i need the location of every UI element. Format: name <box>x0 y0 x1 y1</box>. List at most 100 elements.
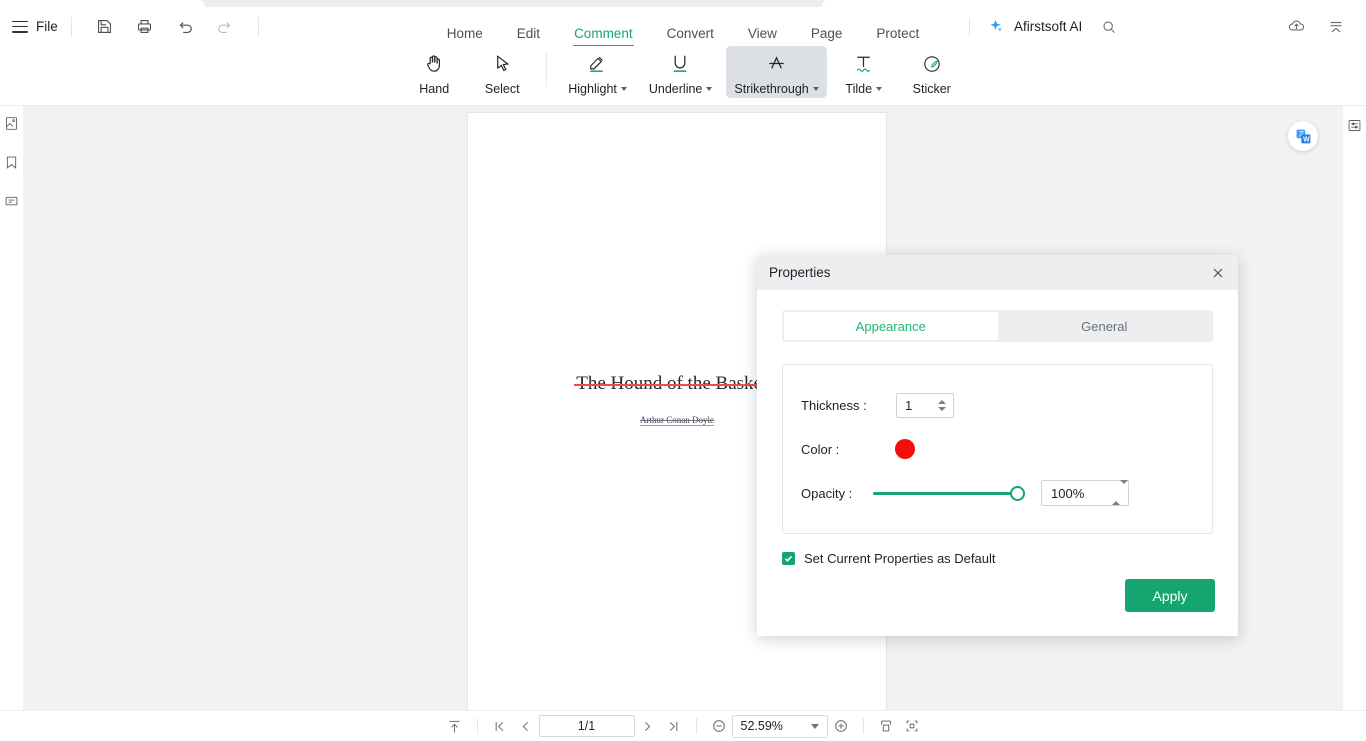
tab-appearance[interactable]: Appearance <box>784 312 998 340</box>
chevron-down-icon[interactable] <box>706 87 713 91</box>
comment-icon[interactable] <box>3 192 21 210</box>
word-convert-icon[interactable]: 文 W <box>1288 121 1318 151</box>
document-title-text: The Hound of the Baskerv <box>574 373 780 394</box>
chevron-down-icon[interactable] <box>812 87 819 91</box>
default-checkbox[interactable] <box>782 552 795 565</box>
color-swatch[interactable] <box>895 439 915 459</box>
tool-hand-label: Hand <box>419 82 450 96</box>
header-bar: File Home Edit Comment Convert View Page… <box>0 7 1366 47</box>
default-checkbox-row[interactable]: Set Current Properties as Default <box>782 551 1213 566</box>
color-label: Color : <box>801 441 840 457</box>
strikethrough-icon <box>764 50 789 77</box>
spinner-down-icon[interactable] <box>938 406 946 411</box>
status-bar: 1/1 52.59% <box>0 710 1366 741</box>
appearance-panel: Thickness : 1 Color : Opacity: 100% <box>782 364 1213 534</box>
status-divider-2 <box>695 718 697 734</box>
cloud-upload-icon[interactable] <box>1285 16 1307 38</box>
next-page-icon[interactable] <box>635 714 661 738</box>
svg-text:W: W <box>1303 136 1310 143</box>
window-tab-active[interactable] <box>0 0 205 7</box>
window-tab-strip <box>0 0 1366 7</box>
document-author-text: Arthur Conan Doyle <box>640 415 714 426</box>
spinner-up-icon[interactable] <box>1112 484 1120 505</box>
workspace: The Hound of the Baskerv Arthur Conan Do… <box>0 106 1366 710</box>
status-divider-1 <box>476 718 478 734</box>
zoom-in-icon[interactable] <box>828 714 854 738</box>
tool-sticker[interactable]: Sticker <box>901 46 963 98</box>
opacity-value[interactable]: 100% <box>1042 486 1112 501</box>
opacity-slider[interactable] <box>873 484 1025 502</box>
properties-dialog: Properties Appearance General Thickness … <box>757 255 1238 636</box>
fit-width-icon[interactable] <box>899 714 925 738</box>
tool-hand[interactable]: Hand <box>403 46 465 98</box>
chevron-down-icon[interactable] <box>620 87 627 91</box>
tool-highlight-label: Highlight <box>568 82 627 96</box>
chevron-down-icon[interactable] <box>810 723 819 729</box>
thickness-label: Thickness : <box>801 397 867 413</box>
tool-select-label: Select <box>484 82 520 96</box>
first-page-icon[interactable] <box>487 714 513 738</box>
fit-page-icon[interactable] <box>873 714 899 738</box>
dialog-title: Properties <box>769 265 831 280</box>
thickness-spinner-arrows[interactable] <box>935 399 953 411</box>
ai-group: Afirstsoft AI <box>963 7 1121 46</box>
tool-highlight-text: Highlight <box>568 82 617 96</box>
scroll-to-top-icon[interactable] <box>442 714 468 738</box>
opacity-spinner-arrows[interactable] <box>1112 480 1128 505</box>
prev-page-icon[interactable] <box>513 714 539 738</box>
thickness-stepper[interactable]: 1 <box>896 392 954 418</box>
spinner-up-icon[interactable] <box>938 399 946 404</box>
tool-tilde-label: Tilde <box>845 82 883 96</box>
hand-icon <box>423 50 446 77</box>
thumbnail-icon[interactable] <box>3 114 21 132</box>
properties-panel-icon[interactable] <box>1346 116 1364 134</box>
collapse-ribbon-icon[interactable] <box>1325 16 1347 38</box>
page-number-input[interactable]: 1/1 <box>538 715 635 737</box>
application-window: File Home Edit Comment Convert View Page… <box>0 0 1366 741</box>
tab-general[interactable]: General <box>998 312 1212 340</box>
right-rail <box>1343 106 1366 710</box>
close-icon[interactable] <box>1208 263 1228 283</box>
tool-tilde-text: Tilde <box>845 82 873 96</box>
bookmark-icon[interactable] <box>3 153 21 171</box>
tilde-icon <box>851 50 876 77</box>
tool-select[interactable]: Select <box>471 46 533 98</box>
slider-fill <box>873 491 1025 495</box>
zoom-out-icon[interactable] <box>706 714 732 738</box>
highlighter-icon <box>585 50 610 77</box>
dialog-body: Appearance General Thickness : 1 Color:… <box>757 290 1238 566</box>
opacity-row: Opacity : 100% <box>801 471 1194 515</box>
tool-underline[interactable]: Underline <box>641 46 721 98</box>
slider-knob[interactable] <box>1010 485 1025 501</box>
tool-tilde[interactable]: Tilde <box>833 46 895 98</box>
color-row: Color : <box>801 427 1194 471</box>
last-page-icon[interactable] <box>661 714 687 738</box>
tool-highlight[interactable]: Highlight <box>560 46 635 98</box>
tool-sticker-label: Sticker <box>912 82 951 96</box>
thickness-row: Thickness : 1 <box>801 383 1194 427</box>
opacity-stepper[interactable]: 100% <box>1041 480 1129 506</box>
window-tab-secondary[interactable] <box>822 0 1366 7</box>
ai-label[interactable]: Afirstsoft AI <box>1014 19 1082 34</box>
spinner-down-icon[interactable] <box>1120 480 1128 501</box>
page-number-value: 1/1 <box>577 719 596 733</box>
tool-strikethrough-label: Strikethrough <box>734 82 819 96</box>
dialog-header: Properties <box>757 255 1238 290</box>
thickness-value[interactable]: 1 <box>897 398 935 413</box>
toolbar-divider <box>546 53 548 87</box>
opacity-label: Opacity : <box>801 485 853 501</box>
search-icon[interactable] <box>1097 15 1121 39</box>
sparkle-icon <box>985 17 1005 37</box>
left-rail <box>0 106 23 710</box>
zoom-select[interactable]: 52.59% <box>731 714 828 738</box>
tool-underline-label: Underline <box>649 82 713 96</box>
tool-strikethrough[interactable]: Strikethrough <box>726 46 827 98</box>
comment-toolbar: Hand Select Highlight Underline Striketh… <box>0 46 1366 106</box>
header-right-group <box>1276 7 1356 46</box>
dialog-tabs: Appearance General <box>782 310 1213 342</box>
zoom-value: 52.59% <box>740 719 783 733</box>
apply-button[interactable]: Apply <box>1125 579 1215 612</box>
chevron-down-icon[interactable] <box>876 87 883 91</box>
default-checkbox-label: Set Current Properties as Default <box>804 551 996 566</box>
tool-underline-text: Underline <box>648 82 703 96</box>
